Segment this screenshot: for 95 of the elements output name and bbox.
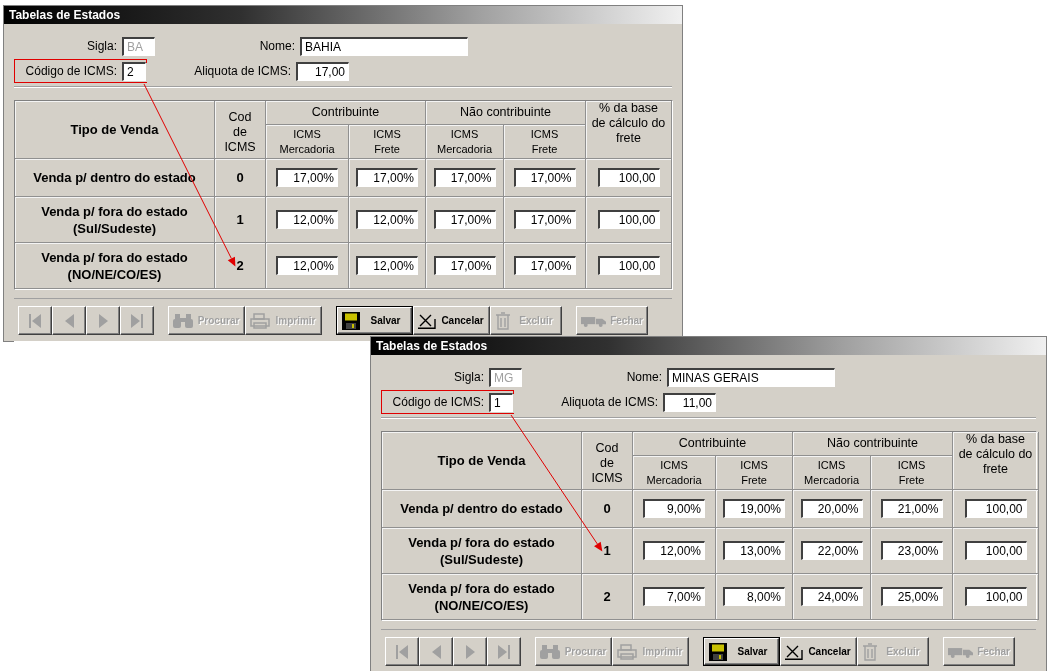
row-label: Venda p/ fora do estado (NO/NE/CO/ES) xyxy=(40,248,189,283)
column-header: Cod de ICMS xyxy=(224,110,256,155)
field-label: Sigla: xyxy=(85,39,118,53)
column-header: ICMS Mercadoria xyxy=(646,457,702,488)
column-header: ICMS Frete xyxy=(897,457,926,488)
number-field[interactable]: 12,00% xyxy=(356,210,418,229)
table-cell: 1 xyxy=(603,543,611,558)
column-header: Tipo de Venda xyxy=(70,122,159,137)
skip-last-icon xyxy=(131,313,143,328)
number-field[interactable]: 12,00% xyxy=(276,210,338,229)
row-label: Venda p/ fora do estado (Sul/Sudeste) xyxy=(407,533,556,568)
text-field[interactable]: MINAS GERAIS xyxy=(667,367,835,387)
number-field[interactable]: 100,00 xyxy=(597,256,660,275)
left-triangle-icon xyxy=(431,644,441,659)
column-header: Tipo de Venda xyxy=(437,453,526,468)
number-field[interactable]: 17,00% xyxy=(513,210,576,229)
column-header: ICMS Frete xyxy=(740,457,768,488)
table-cell: 2 xyxy=(603,589,611,604)
column-header: ICMS Mercadoria xyxy=(804,457,859,488)
skip-first-icon xyxy=(396,644,408,659)
column-header: ICMS Mercadoria xyxy=(437,126,492,157)
printer-icon xyxy=(617,643,637,660)
number-field[interactable]: 17,00% xyxy=(433,256,496,275)
table-cell: 0 xyxy=(236,170,244,185)
cancel-button[interactable]: Cancelar xyxy=(780,637,857,666)
number-field[interactable]: 100,00 xyxy=(597,168,660,187)
number-field[interactable]: 12,00% xyxy=(276,256,338,275)
number-field[interactable]: 17,00% xyxy=(356,168,418,187)
x-box-icon xyxy=(418,312,436,329)
save-button[interactable]: Salvar xyxy=(336,306,413,335)
field-label: Nome: xyxy=(625,370,663,384)
number-field[interactable]: 24,00% xyxy=(800,587,863,606)
binoculars-icon xyxy=(540,644,560,659)
number-field[interactable]: 25,00% xyxy=(880,587,943,606)
number-field[interactable]: 20,00% xyxy=(800,499,863,518)
number-field[interactable]: 100,00 xyxy=(597,210,660,229)
column-header: ICMS Frete xyxy=(373,126,401,157)
table-cell: 2 xyxy=(236,258,244,273)
field-label: Nome: xyxy=(258,39,296,53)
column-header: ICMS Frete xyxy=(530,126,559,157)
window-title: Tabelas de Estados xyxy=(371,337,1046,355)
binoculars-icon xyxy=(173,313,193,328)
number-field[interactable]: 100,00 xyxy=(964,499,1027,518)
number-field[interactable]: 19,00% xyxy=(723,499,785,518)
column-header: % da base de cálculo do frete xyxy=(958,432,1033,477)
number-field[interactable]: 9,00% xyxy=(643,499,705,518)
right-triangle-icon xyxy=(98,313,108,328)
field-label: Aliquota de ICMS: xyxy=(560,395,659,409)
skip-last-icon xyxy=(498,644,510,659)
text-field[interactable]: 17,00 xyxy=(296,61,349,81)
cancel-button[interactable]: Cancelar xyxy=(413,306,490,335)
field-label: Aliquota de ICMS: xyxy=(193,64,292,78)
column-header: ICMS Mercadoria xyxy=(279,126,335,157)
number-field[interactable]: 17,00% xyxy=(433,210,496,229)
number-field[interactable]: 12,00% xyxy=(356,256,418,275)
save-button[interactable]: Salvar xyxy=(703,637,780,666)
printer-icon xyxy=(250,312,270,329)
table-cell: 0 xyxy=(603,501,611,516)
right-triangle-icon xyxy=(465,644,475,659)
row-label: Venda p/ fora do estado (NO/NE/CO/ES) xyxy=(407,579,556,614)
text-field[interactable]: 1 xyxy=(489,392,513,412)
skip-first-icon xyxy=(29,313,41,328)
number-field[interactable]: 13,00% xyxy=(723,541,785,560)
field-label: Sigla: xyxy=(452,370,485,384)
field-label: Código de ICMS: xyxy=(24,64,118,78)
number-field[interactable]: 22,00% xyxy=(800,541,863,560)
number-field[interactable]: 7,00% xyxy=(643,587,705,606)
text-field[interactable]: 11,00 xyxy=(663,392,716,412)
column-header: % da base de cálculo do frete xyxy=(591,101,666,146)
column-header: Cod de ICMS xyxy=(591,441,623,486)
number-field[interactable]: 17,00% xyxy=(513,168,576,187)
number-field[interactable]: 12,00% xyxy=(643,541,705,560)
row-label: Venda p/ fora do estado (Sul/Sudeste) xyxy=(40,202,189,237)
column-header: Não contribuinte xyxy=(460,105,551,120)
number-field[interactable]: 21,00% xyxy=(880,499,943,518)
number-field[interactable]: 100,00 xyxy=(964,587,1027,606)
row-label: Venda p/ dentro do estado xyxy=(399,500,564,517)
window-title: Tabelas de Estados xyxy=(4,6,682,24)
text-field[interactable]: 2 xyxy=(122,61,146,81)
x-box-icon xyxy=(785,643,803,660)
table-cell: 1 xyxy=(236,212,244,227)
text-field[interactable]: BAHIA xyxy=(300,36,468,56)
number-field[interactable]: 17,00% xyxy=(433,168,496,187)
number-field[interactable]: 100,00 xyxy=(964,541,1027,560)
number-field[interactable]: 17,00% xyxy=(276,168,338,187)
column-header: Contribuinte xyxy=(311,105,380,120)
left-triangle-icon xyxy=(64,313,74,328)
number-field[interactable]: 23,00% xyxy=(880,541,943,560)
number-field[interactable]: 8,00% xyxy=(723,587,785,606)
field-label: Código de ICMS: xyxy=(391,395,485,409)
number-field[interactable]: 17,00% xyxy=(513,256,576,275)
column-header: Contribuinte xyxy=(678,436,747,451)
trash-can-icon xyxy=(862,642,878,661)
trash-can-icon xyxy=(495,311,511,330)
column-header: Não contribuinte xyxy=(827,436,918,451)
